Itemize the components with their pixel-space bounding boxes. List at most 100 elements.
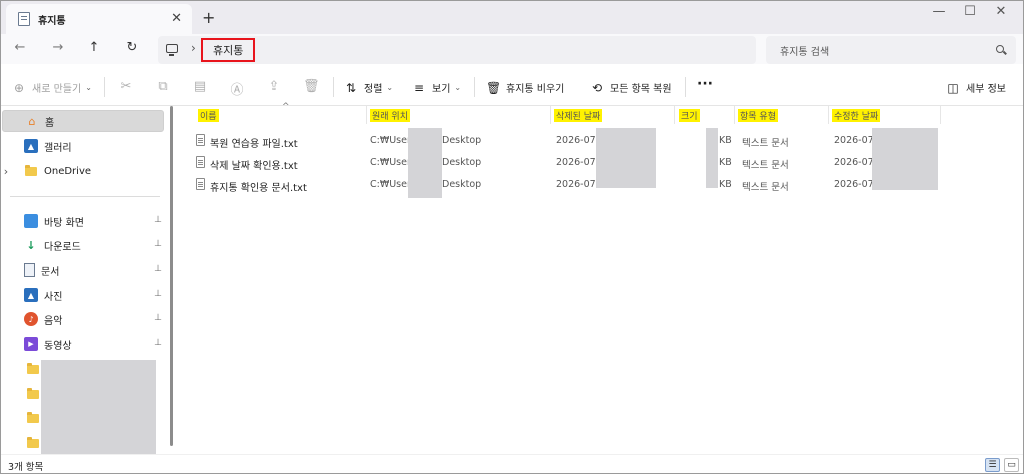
column-divider[interactable] — [734, 106, 735, 124]
pin-icon[interactable]: ⊥ — [154, 239, 162, 249]
sidebar-item-gallery[interactable]: ▲ 갤러리 — [0, 135, 166, 157]
file-name: 휴지통 확인용 문서.txt — [210, 183, 307, 194]
sidebar-item-music[interactable]: ♪ 음악 ⊥ — [0, 308, 166, 330]
column-label: 이름 — [198, 108, 219, 122]
date-modified: 2026-07- — [834, 135, 878, 146]
details-view-button[interactable]: ☰ — [985, 458, 1000, 472]
original-location-tail: Desktop — [442, 135, 482, 146]
more-options-button[interactable]: ··· — [697, 76, 713, 92]
tab-recycle-bin[interactable]: 휴지통 ✕ — [6, 4, 192, 34]
column-header-item-type[interactable]: 항목 유형 — [738, 106, 778, 124]
chevron-right-icon[interactable]: › — [0, 165, 12, 178]
sidebar-item-label: 갤러리 — [44, 142, 72, 154]
sort-ascending-icon: ^ — [282, 102, 290, 112]
address-bar[interactable]: › 휴지통 — [158, 36, 756, 64]
sidebar-item-downloads[interactable]: ↓ 다운로드 ⊥ — [0, 234, 166, 256]
cut-icon[interactable]: ✂ — [118, 79, 134, 94]
sidebar-scrollbar[interactable] — [170, 106, 173, 446]
restore-icon: ⟲ — [591, 80, 603, 95]
sidebar-item-label: 동영상 — [44, 340, 72, 352]
view-icon: ≡ — [413, 80, 425, 95]
restore-all-button[interactable]: ⟲ 모든 항목 복원 — [590, 80, 672, 96]
sidebar-item-label: 문서 — [41, 266, 60, 278]
column-label: 수정한 날짜 — [832, 108, 881, 122]
tab-close-icon[interactable]: ✕ — [171, 11, 182, 26]
sidebar-item-label: 다운로드 — [44, 241, 81, 253]
title-bar: 휴지통 ✕ + — ☐ ✕ — [0, 0, 1024, 34]
redacted-area — [706, 128, 718, 188]
up-button[interactable]: ↑ — [84, 40, 104, 55]
pin-icon[interactable]: ⊥ — [154, 313, 162, 323]
close-window-button[interactable]: ✕ — [986, 4, 1016, 19]
table-row[interactable]: 삭제 날짜 확인용.txt C:₩Users Desktop 2026-07- … — [192, 152, 952, 174]
sidebar-item-onedrive[interactable]: › OneDrive — [0, 160, 166, 182]
new-tab-button[interactable]: + — [202, 8, 215, 27]
item-type: 텍스트 문서 — [742, 160, 789, 171]
view-button[interactable]: ≡ 보기 ⌄ — [412, 80, 461, 96]
table-row[interactable]: 휴지통 확인용 문서.txt C:₩Users Desktop 2026-07-… — [192, 174, 952, 196]
column-label: 크기 — [679, 108, 700, 122]
delete-icon[interactable]: 🗑 — [303, 79, 320, 94]
pin-icon[interactable]: ⊥ — [154, 264, 162, 274]
toolbar-divider — [104, 77, 105, 97]
column-header-original-location[interactable]: 원래 위치 — [370, 106, 410, 124]
column-header-date-deleted[interactable]: 삭제된 날짜 — [554, 106, 603, 124]
sidebar-item-videos[interactable]: ▶ 동영상 ⊥ — [0, 333, 166, 355]
toolbar-divider — [333, 77, 334, 97]
recycle-bin-icon — [18, 12, 30, 26]
maximize-button[interactable]: ☐ — [955, 4, 985, 19]
column-divider[interactable] — [940, 106, 941, 124]
tiles-view-button[interactable]: ▭ — [1004, 458, 1019, 472]
search-icon — [996, 45, 1004, 53]
table-row[interactable]: 복원 연습용 파일.txt C:₩Users Desktop 2026-07- … — [192, 130, 952, 152]
date-deleted: 2026-07- — [556, 135, 600, 146]
sidebar-item-label: 사진 — [44, 291, 63, 303]
file-name: 복원 연습용 파일.txt — [210, 139, 298, 150]
details-pane-icon: ◫ — [947, 80, 959, 95]
status-bar: 3개 항목 ☰ ▭ — [0, 454, 1024, 474]
breadcrumb-recycle-bin[interactable]: 휴지통 — [201, 38, 256, 62]
new-button[interactable]: ⊕ 새로 만들기 ⌄ — [12, 80, 92, 96]
home-icon: ⌂ — [28, 114, 36, 128]
column-header-name[interactable]: 이름 — [198, 106, 219, 124]
column-divider[interactable] — [366, 106, 367, 124]
navigation-pane: ⌂ 홈 ▲ 갤러리 › OneDrive 바탕 화면 ⊥ ↓ 다운로드 ⊥ 문서… — [0, 106, 172, 454]
sort-icon: ⇅ — [345, 80, 357, 95]
back-button[interactable]: ← — [10, 40, 30, 55]
item-count: 3개 항목 — [8, 462, 44, 473]
share-icon[interactable]: ⇪ — [266, 79, 282, 94]
date-modified: 2026-07- — [834, 157, 878, 168]
sidebar-item-desktop[interactable]: 바탕 화면 ⊥ — [0, 210, 166, 232]
chevron-down-icon: ⌄ — [85, 83, 92, 92]
copy-icon[interactable]: ⧉ — [155, 79, 171, 94]
sidebar-item-pictures[interactable]: ▲ 사진 ⊥ — [0, 284, 166, 306]
chevron-down-icon: ⌄ — [386, 83, 394, 92]
text-file-icon — [196, 134, 205, 146]
file-size: KB — [719, 135, 732, 146]
redacted-area — [41, 360, 156, 454]
paste-icon[interactable]: ▤ — [192, 79, 208, 94]
empty-recycle-bin-button[interactable]: 🗑 휴지통 비우기 — [486, 80, 564, 96]
sort-button[interactable]: ⇅ 정렬 ⌄ — [344, 80, 394, 96]
pin-icon[interactable]: ⊥ — [154, 338, 162, 348]
column-divider[interactable] — [674, 106, 675, 124]
refresh-button[interactable]: ↻ — [122, 40, 142, 55]
search-input[interactable]: 휴지통 검색 — [766, 36, 1016, 64]
document-icon — [24, 263, 35, 277]
file-size: KB — [719, 179, 732, 190]
rename-icon[interactable]: Ⓐ — [229, 79, 245, 98]
forward-button[interactable]: → — [48, 40, 68, 55]
details-pane-button[interactable]: ◫ 세부 정보 — [946, 80, 1006, 96]
pin-icon[interactable]: ⊥ — [154, 289, 162, 299]
sidebar-item-home[interactable]: ⌂ 홈 — [2, 110, 164, 132]
column-divider[interactable] — [550, 106, 551, 124]
column-header-date-modified[interactable]: 수정한 날짜 — [832, 106, 881, 124]
minimize-button[interactable]: — — [924, 4, 954, 19]
new-label: 새로 만들기 — [32, 84, 82, 95]
folder-icon — [26, 411, 40, 425]
pin-icon[interactable]: ⊥ — [154, 215, 162, 225]
column-header-size[interactable]: 크기 — [679, 106, 700, 124]
column-divider[interactable] — [828, 106, 829, 124]
music-icon: ♪ — [24, 312, 38, 326]
sidebar-item-documents[interactable]: 문서 ⊥ — [0, 259, 166, 281]
